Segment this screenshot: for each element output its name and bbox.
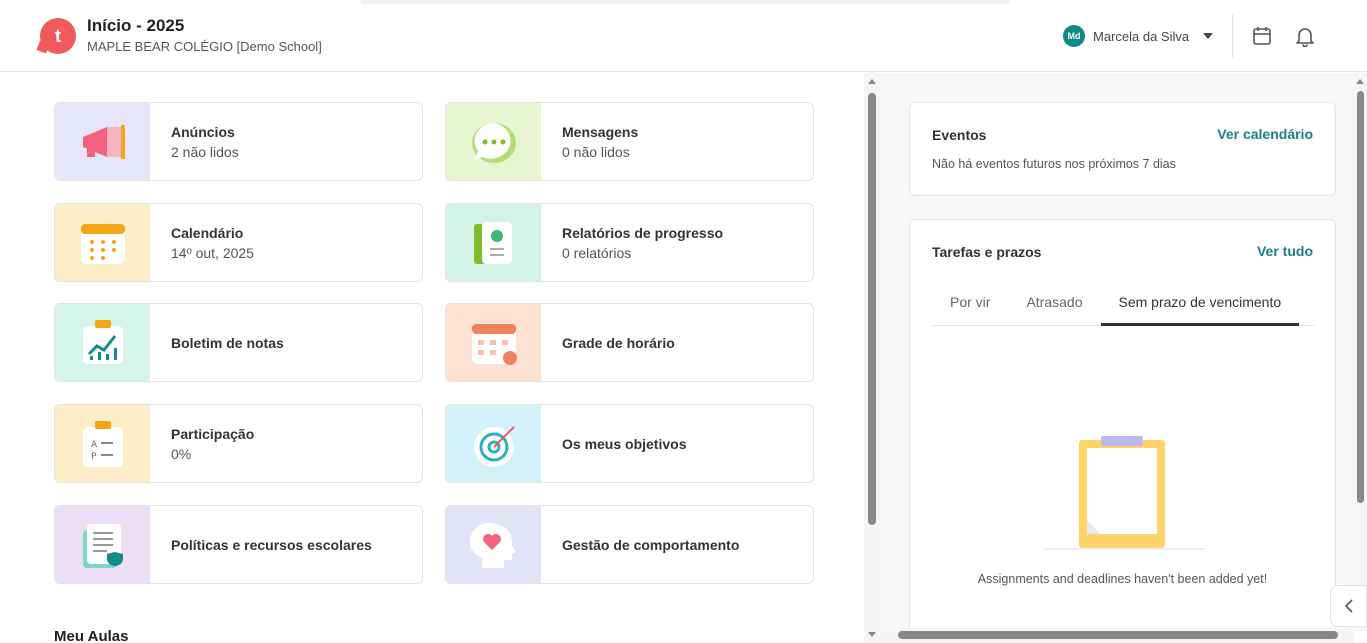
report-card-icon <box>474 222 512 264</box>
main-scrollbar[interactable] <box>864 73 880 643</box>
chevron-left-icon <box>1344 599 1353 613</box>
bell-icon[interactable] <box>1294 25 1316 47</box>
events-title: Eventos <box>932 127 987 143</box>
card-subtitle: 0% <box>171 445 192 462</box>
card-relatorios[interactable]: Relatórios de progresso 0 relatórios <box>445 203 814 282</box>
view-all-link[interactable]: Ver tudo <box>1257 243 1313 259</box>
card-subtitle: 0 relatórios <box>562 244 632 261</box>
card-thumb <box>55 506 150 583</box>
side-panel: Eventos Ver calendário Não há eventos fu… <box>880 73 1354 639</box>
card-title: Políticas e recursos escolares <box>171 536 372 553</box>
card-thumb <box>446 405 541 482</box>
card-thumb <box>446 103 541 180</box>
top-strip <box>360 0 1010 4</box>
tab-overdue[interactable]: Atrasado <box>1008 282 1100 326</box>
card-thumb <box>446 304 541 381</box>
collapse-panel-button[interactable] <box>1330 585 1367 627</box>
main-content: Anúncios 2 não lidos Mensagens 0 não lidos… <box>0 73 864 643</box>
card-comportamento[interactable]: Gestão de comportamento <box>445 505 814 584</box>
svg-text:A: A <box>91 440 98 450</box>
card-title: Anúncios <box>171 123 235 140</box>
card-thumb <box>446 204 541 281</box>
card-politicas[interactable]: Políticas e recursos escolares <box>54 505 423 584</box>
megaphone-icon <box>83 125 125 159</box>
horizontal-scrollbar[interactable] <box>880 627 1354 643</box>
header-divider <box>1232 14 1233 58</box>
app-logo[interactable]: t <box>40 18 76 54</box>
page-title: Início - 2025 <box>87 16 185 35</box>
events-panel: Eventos Ver calendário Não há eventos fu… <box>909 102 1336 196</box>
section-title-classes: Meu Aulas <box>54 628 129 643</box>
behavior-heart-icon <box>469 522 516 568</box>
timetable-icon <box>472 324 517 365</box>
scroll-up-arrow[interactable] <box>868 79 876 84</box>
calendar-icon <box>81 224 125 264</box>
empty-clipboard-icon <box>1045 436 1205 550</box>
user-name: Marcela da Silva <box>1093 28 1190 44</box>
card-title: Boletim de notas <box>171 334 284 351</box>
tasks-panel: Tarefas e prazos Ver tudo Por vir Atrasa… <box>909 219 1336 639</box>
card-calendario[interactable]: Calendário 14º out, 2025 <box>54 203 423 282</box>
card-title: Calendário <box>171 224 244 241</box>
view-calendar-link[interactable]: Ver calendário <box>1217 126 1313 142</box>
school-name: MAPLE BEAR COLÉGIO [Demo School] <box>87 39 322 54</box>
card-participacao[interactable]: A P Participação 0% <box>54 404 423 483</box>
card-mensagens[interactable]: Mensagens 0 não lidos <box>445 102 814 181</box>
avatar: Md <box>1063 25 1085 47</box>
card-grade-horario[interactable]: Grade de horário <box>445 303 814 382</box>
card-subtitle: 0 não lidos <box>562 143 630 160</box>
card-title: Grade de horário <box>562 334 675 351</box>
calendar-icon[interactable] <box>1251 25 1273 47</box>
card-thumb <box>55 304 150 381</box>
card-title: Gestão de comportamento <box>562 536 740 553</box>
logo-letter: t <box>55 25 61 46</box>
tasks-empty-text: Assignments and deadlines haven't been a… <box>977 572 1268 586</box>
target-icon <box>474 426 515 467</box>
top-header: t Início - 2025 MAPLE BEAR COLÉGIO [Demo… <box>0 0 1367 72</box>
card-anuncios[interactable]: Anúncios 2 não lidos <box>54 102 423 181</box>
card-subtitle: 14º out, 2025 <box>171 244 254 261</box>
scrollbar-thumb[interactable] <box>1357 91 1364 503</box>
tasks-tabs: Por vir Atrasado Sem prazo de vencimento <box>932 282 1314 326</box>
scrollbar-thumb[interactable] <box>868 93 876 525</box>
tab-upcoming[interactable]: Por vir <box>932 282 1008 326</box>
svg-text:P: P <box>91 452 97 462</box>
chevron-down-icon <box>1203 33 1214 39</box>
grade-chart-icon <box>83 320 123 364</box>
chat-bubble-icon <box>472 123 516 163</box>
card-boletim[interactable]: Boletim de notas <box>54 303 423 382</box>
tasks-title: Tarefas e prazos <box>932 244 1042 260</box>
user-menu[interactable]: Md Marcela da Silva <box>1063 25 1214 47</box>
card-title: Os meus objetivos <box>562 435 687 452</box>
scroll-down-arrow[interactable] <box>868 632 876 637</box>
events-empty-text: Não há eventos futuros nos próximos 7 di… <box>932 157 1176 171</box>
scroll-up-arrow[interactable] <box>1356 79 1364 84</box>
tab-no-due-date[interactable]: Sem prazo de vencimento <box>1100 282 1300 326</box>
attendance-clipboard-icon: A P <box>83 421 123 467</box>
card-thumb <box>55 204 150 281</box>
card-thumb <box>55 103 150 180</box>
side-scrollbar[interactable] <box>1354 73 1367 631</box>
policy-document-icon <box>83 524 123 568</box>
card-title: Relatórios de progresso <box>562 224 724 241</box>
card-thumb <box>446 506 541 583</box>
card-subtitle: 2 não lidos <box>171 143 239 160</box>
card-title: Participação <box>171 425 255 442</box>
card-thumb: A P <box>55 405 150 482</box>
scrollbar-thumb[interactable] <box>898 631 1338 639</box>
card-objetivos[interactable]: Os meus objetivos <box>445 404 814 483</box>
card-title: Mensagens <box>562 123 639 140</box>
